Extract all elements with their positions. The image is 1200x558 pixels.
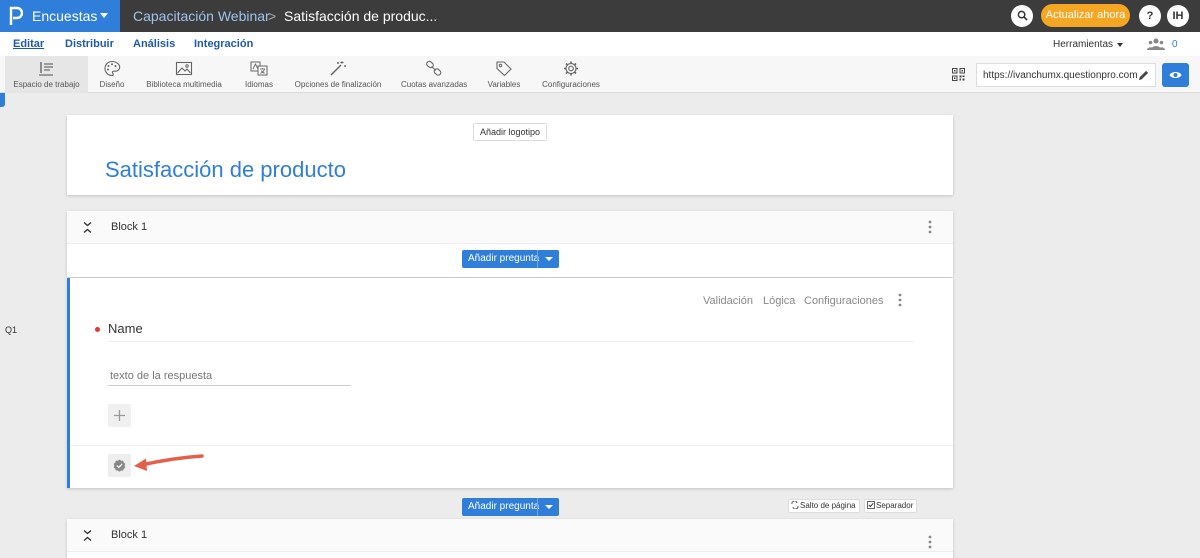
tool-opciones-de-finalizacion[interactable]: Opciones de finalización xyxy=(294,56,382,93)
add-question-button[interactable]: Añadir pregunta xyxy=(462,250,559,268)
menu-distribuir[interactable]: Distribuir xyxy=(65,37,114,51)
tool-label: Variables xyxy=(487,80,521,89)
collapse-icon[interactable] xyxy=(83,221,92,234)
verified-button[interactable] xyxy=(108,454,131,477)
translate-icon xyxy=(250,61,268,76)
tool-label: Cuotas avanzadas xyxy=(401,80,468,89)
add-question-dropdown[interactable] xyxy=(537,498,559,516)
tool-label: Configuraciones xyxy=(542,80,600,89)
chevron-down-icon xyxy=(545,505,553,509)
tool-label: Idiomas xyxy=(244,80,273,89)
tools-dropdown[interactable]: Herramientas xyxy=(1053,38,1113,51)
chevron-down-icon xyxy=(1117,43,1123,47)
survey-header-card: Añadir logotipo Satisfacción de producto xyxy=(67,115,953,195)
app-switcher[interactable]: Encuestas xyxy=(0,0,120,32)
settings-link[interactable]: Configuraciones xyxy=(804,295,884,308)
tool-label: Diseño xyxy=(99,80,125,89)
magic-wand-icon xyxy=(330,61,346,76)
qr-code-icon[interactable] xyxy=(952,68,965,81)
tag-icon xyxy=(496,61,512,77)
question-number: Q1 xyxy=(5,325,18,335)
tool-espacio-de-trabajo[interactable]: Espacio de trabajo xyxy=(5,56,88,93)
annotation-arrow xyxy=(134,454,204,471)
verified-badge-icon xyxy=(113,459,126,472)
more-options-icon[interactable] xyxy=(898,293,902,307)
tool-cuotas-avanzadas[interactable]: Cuotas avanzadas xyxy=(401,56,467,93)
top-bar: Encuestas Capacitación Webinar > Satisfa… xyxy=(0,0,1200,32)
palette-icon xyxy=(104,60,121,77)
block-card: Block 1 Añadir pregunta xyxy=(67,211,953,277)
collaborators-icon[interactable] xyxy=(1147,38,1165,50)
answer-text-input[interactable] xyxy=(108,366,351,386)
help-button[interactable]: ? xyxy=(1139,5,1161,27)
add-answer-button[interactable] xyxy=(108,404,131,427)
add-question-dropdown[interactable] xyxy=(537,250,559,268)
tool-idiomas[interactable]: Idiomas xyxy=(240,56,278,93)
block-card: Block 1 xyxy=(67,519,953,558)
eye-icon xyxy=(1169,72,1182,78)
block-title[interactable]: Block 1 xyxy=(111,221,147,234)
main-menu: Editar Distribuir Análisis Integración H… xyxy=(0,32,1200,56)
checkbox-checked-icon xyxy=(867,501,875,509)
page-break-icon xyxy=(791,500,799,510)
more-options-icon[interactable] xyxy=(928,220,932,234)
breadcrumb-folder[interactable]: Capacitación Webinar xyxy=(133,7,270,25)
survey-url-field[interactable]: https://ivanchumx.questionpro.com xyxy=(976,63,1156,87)
add-question-label: Añadir pregunta xyxy=(468,253,540,264)
menu-editar[interactable]: Editar xyxy=(13,37,44,51)
survey-url[interactable]: https://ivanchumx.questionpro.com xyxy=(983,70,1138,82)
tool-biblioteca-multimedia[interactable]: Biblioteca multimedia xyxy=(142,56,226,93)
questionpro-logo xyxy=(9,6,23,25)
add-logo-button[interactable]: Añadir logotipo xyxy=(473,123,547,141)
block-header: Block 1 xyxy=(67,211,953,244)
question-footer-divider xyxy=(70,445,953,446)
tool-variables[interactable]: Variables xyxy=(485,56,523,93)
block-title[interactable]: Block 1 xyxy=(111,529,147,542)
more-options-icon[interactable] xyxy=(928,535,932,549)
validation-link[interactable]: Validación xyxy=(703,295,753,308)
chevron-down-icon xyxy=(545,257,553,261)
workspace-icon xyxy=(39,62,53,76)
logic-link[interactable]: Lógica xyxy=(763,295,795,308)
add-question-button[interactable]: Añadir pregunta xyxy=(462,498,559,516)
gear-icon xyxy=(564,61,578,76)
tool-label: Espacio de trabajo xyxy=(13,80,80,89)
menu-integracion[interactable]: Integración xyxy=(194,37,253,51)
link-chain-icon xyxy=(426,60,442,76)
separator-label: Separador xyxy=(876,501,914,510)
search-icon xyxy=(1017,10,1028,21)
required-indicator xyxy=(95,327,100,332)
pencil-icon[interactable] xyxy=(1137,69,1150,82)
search-button[interactable] xyxy=(1011,5,1033,27)
breadcrumb-survey: Satisfacción de produc... xyxy=(284,8,438,24)
survey-title[interactable]: Satisfacción de producto xyxy=(105,157,346,183)
tool-configuraciones[interactable]: Configuraciones xyxy=(539,56,603,93)
page-break-button[interactable]: Salto de página xyxy=(788,499,860,513)
upgrade-button[interactable]: Actualizar ahora xyxy=(1041,4,1130,27)
image-icon xyxy=(175,61,193,76)
plus-icon xyxy=(114,410,125,421)
chevron-down-icon xyxy=(100,13,108,18)
add-question-label: Añadir pregunta xyxy=(468,501,540,512)
tool-label: Biblioteca multimedia xyxy=(146,80,222,89)
separator-toggle[interactable]: Separador xyxy=(864,499,918,513)
preview-button[interactable] xyxy=(1162,63,1189,87)
block-header: Block 1 xyxy=(67,519,953,552)
collaborators-count: 0 xyxy=(1172,39,1178,50)
app-name: Encuestas xyxy=(32,8,98,24)
question-divider xyxy=(108,341,914,342)
page-break-label: Salto de página xyxy=(800,501,856,510)
tool-label: Opciones de finalización xyxy=(294,80,382,89)
question-text[interactable]: Name xyxy=(108,321,143,337)
tool-diseno[interactable]: Diseño xyxy=(92,56,132,93)
collapse-icon[interactable] xyxy=(83,529,92,542)
breadcrumb-separator: > xyxy=(268,8,277,24)
user-avatar[interactable]: IH xyxy=(1167,5,1189,27)
menu-analisis[interactable]: Análisis xyxy=(133,37,175,51)
